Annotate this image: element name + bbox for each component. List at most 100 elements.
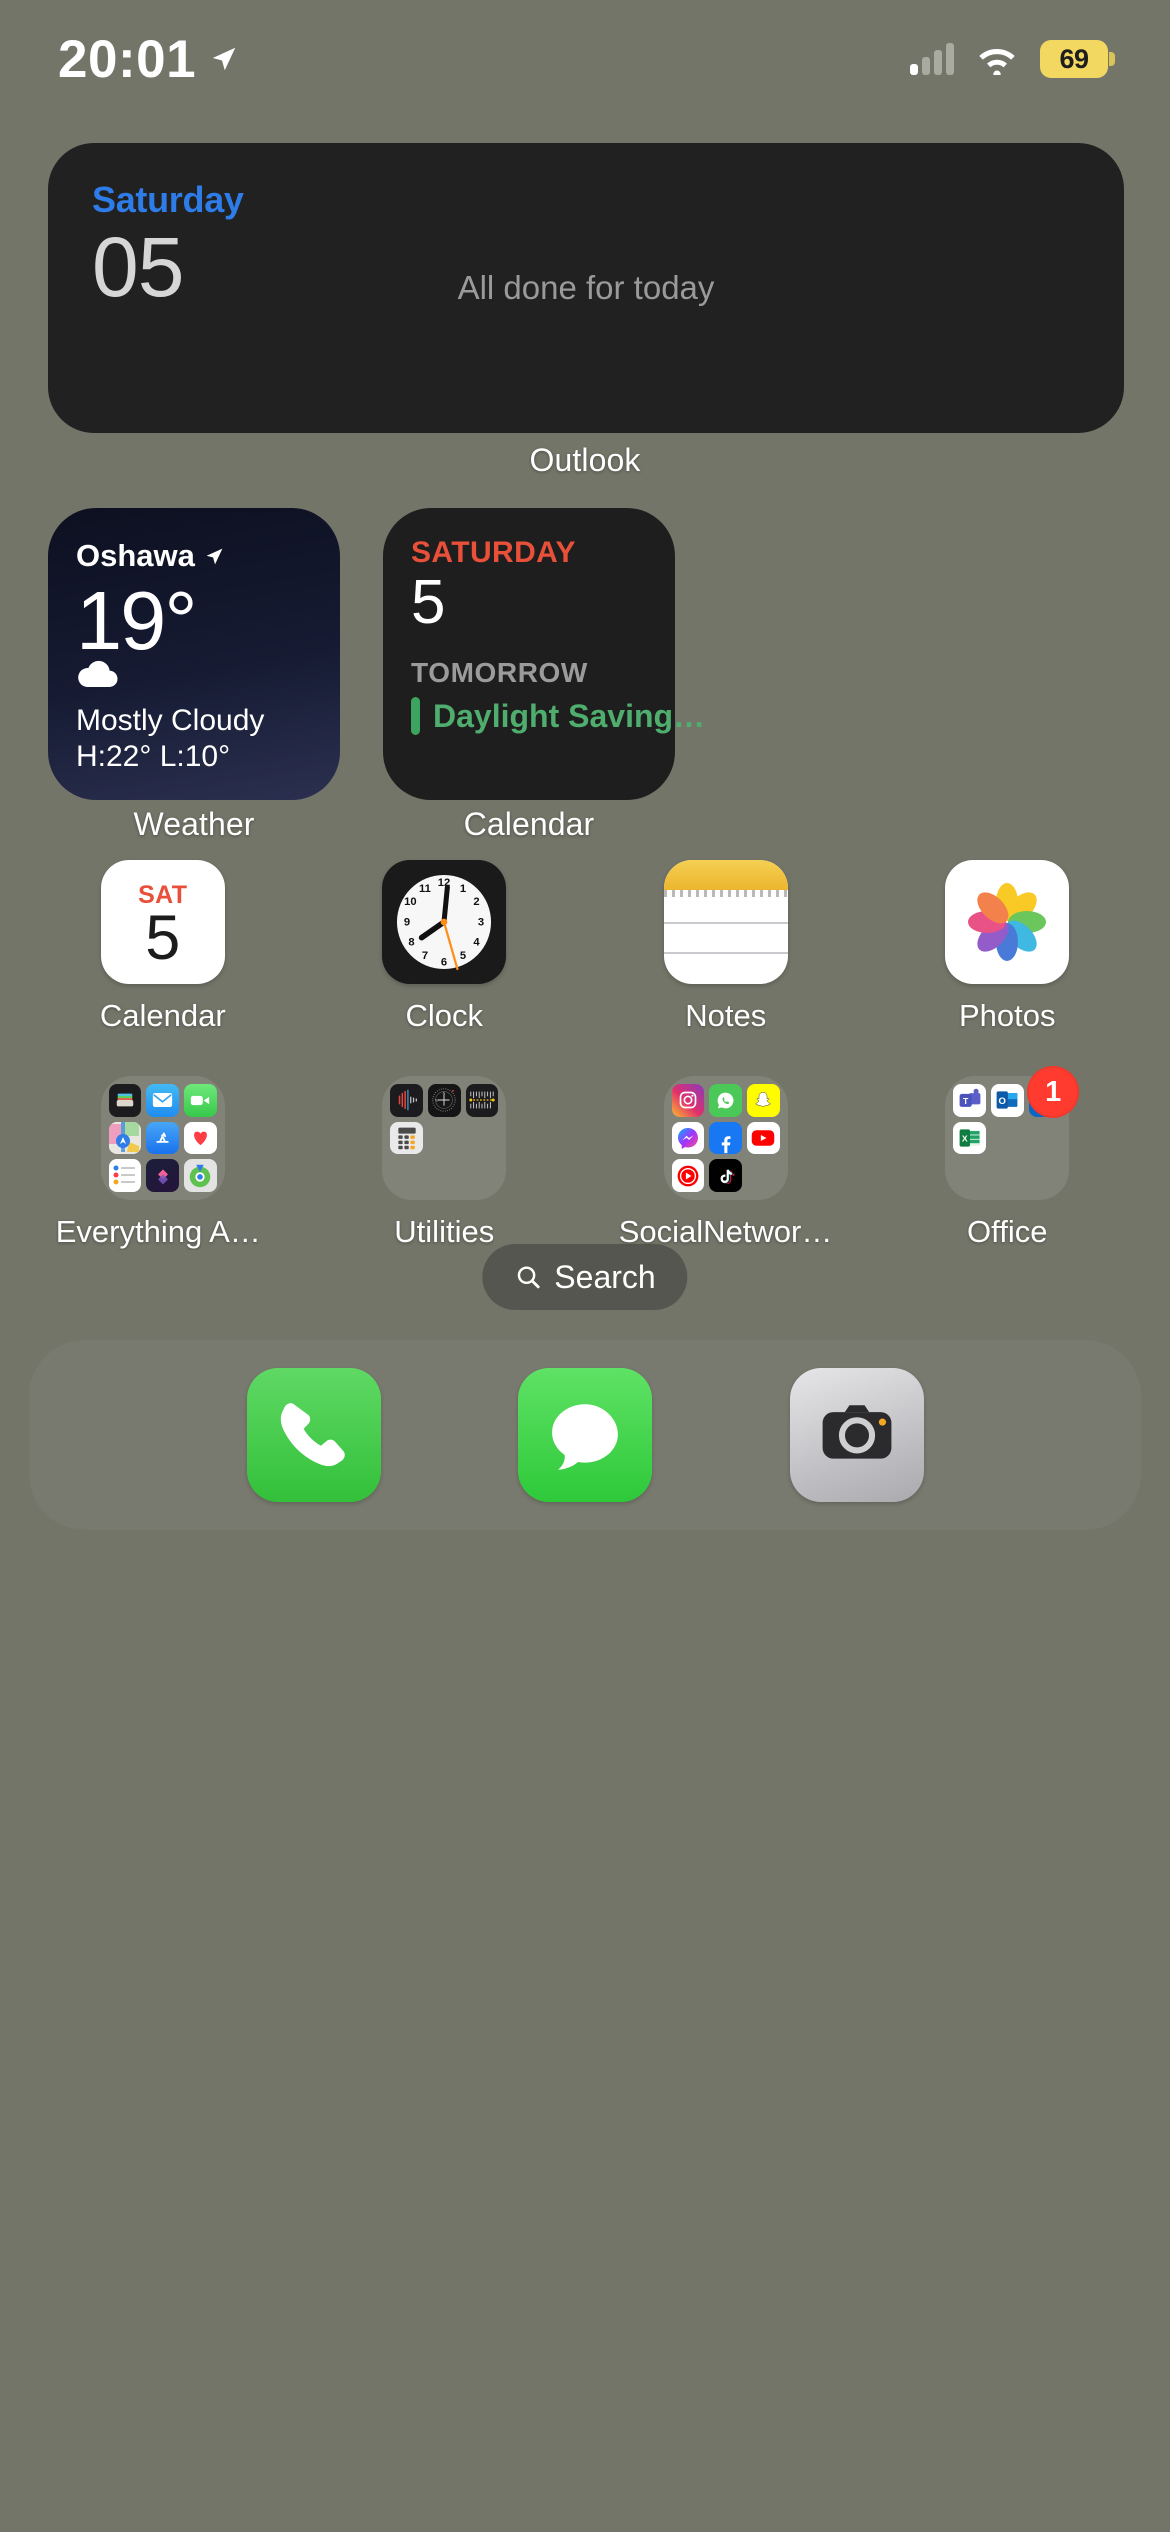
notification-badge: 1: [1027, 1066, 1080, 1118]
app-label: Calendar: [99, 998, 226, 1033]
folder-preview[interactable]: [100, 1076, 225, 1200]
app-row-2: Everything Apple N W Utilities SocialNet…: [0, 1066, 1170, 1250]
status-bar-left: 20:01: [58, 29, 239, 90]
status-bar: 20:01 69: [0, 0, 1170, 118]
svg-text:2: 2: [474, 896, 480, 908]
folder-utilities[interactable]: N W Utilities: [337, 1076, 551, 1250]
app-label: Clock: [405, 998, 483, 1033]
location-arrow-icon: [206, 548, 223, 564]
shortcuts-icon: [146, 1159, 180, 1192]
calendar-app-icon[interactable]: SAT 5: [100, 860, 225, 984]
calendar-widget-dow: SATURDAY: [411, 536, 576, 569]
clock-app-icon[interactable]: 12 1 2 345 678 9 10 11: [382, 860, 507, 984]
voice-memos-icon: [390, 1084, 423, 1117]
health-icon: [184, 1121, 217, 1155]
whatsapp-icon: [709, 1084, 743, 1117]
reminders-icon: [108, 1159, 142, 1192]
calendar-widget-event: Daylight Saving…: [433, 697, 706, 734]
measure-icon: [465, 1084, 499, 1117]
battery-level: 69: [1059, 43, 1089, 74]
youtube-music-icon: [671, 1159, 705, 1192]
folder-label: Everything Apple: [55, 1214, 270, 1249]
dock: [29, 1340, 1141, 1530]
widget-label-outlook: Outlook: [529, 442, 641, 478]
weather-high-low: H:22° L:10°: [76, 740, 231, 774]
facebook-icon: [709, 1121, 743, 1155]
wallet-icon: [108, 1084, 142, 1117]
calendar-widget-day: 5: [411, 568, 445, 637]
maps-icon: [108, 1121, 142, 1155]
folder-preview[interactable]: N W: [382, 1076, 507, 1200]
folder-label: Office: [967, 1214, 1048, 1249]
calendar-icon-date: 5: [145, 902, 181, 973]
widget-label-weather: Weather: [133, 806, 255, 842]
calendar-widget-event-row[interactable]: Daylight Saving…: [411, 697, 705, 736]
widget-calendar[interactable]: SATURDAY 5 TOMORROW Daylight Saving…: [383, 508, 705, 800]
facetime-icon: [184, 1084, 217, 1117]
folder-office[interactable]: 1 T O X Office: [900, 1066, 1114, 1250]
notes-app-icon[interactable]: [663, 860, 788, 984]
snapchat-icon: [747, 1084, 780, 1117]
phone-icon[interactable]: [246, 1368, 381, 1502]
app-label: Notes: [685, 998, 767, 1033]
app-calendar[interactable]: SAT 5 Calendar: [56, 860, 270, 1034]
folder-label: Utilities: [394, 1214, 495, 1249]
svg-text:7: 7: [422, 950, 428, 962]
outlook-icon: O: [990, 1084, 1024, 1117]
svg-text:4: 4: [474, 937, 481, 949]
svg-text:X: X: [961, 1133, 967, 1143]
outlook-date: 05: [92, 220, 184, 314]
weather-city: Oshawa: [76, 538, 195, 573]
weather-city-row: Oshawa: [76, 538, 312, 574]
weather-details: Mostly Cloudy H:22° L:10°: [76, 659, 264, 776]
svg-text:9: 9: [404, 916, 410, 928]
home-screen: 20:01 69 Saturday 05 All done for today …: [0, 0, 1170, 2532]
weather-temperature: 19°: [76, 574, 198, 667]
svg-text:W: W: [435, 1099, 439, 1103]
find-my-icon: [184, 1159, 217, 1192]
messages-icon[interactable]: [518, 1368, 652, 1502]
app-store-icon: [146, 1121, 180, 1155]
widget-label-calendar: Calendar: [463, 806, 595, 842]
status-time: 20:01: [58, 29, 197, 89]
svg-text:10: 10: [404, 896, 416, 908]
photos-app-icon[interactable]: [945, 860, 1070, 984]
event-color-bar: [411, 697, 420, 736]
svg-text:1: 1: [460, 883, 466, 895]
youtube-icon: [747, 1121, 780, 1155]
folder-preview[interactable]: 1 T O X: [945, 1066, 1080, 1200]
outlook-day: Saturday: [92, 179, 244, 220]
folder-preview[interactable]: [663, 1076, 788, 1200]
folder-everything-apple[interactable]: Everything Apple: [56, 1076, 270, 1250]
camera-icon[interactable]: [789, 1368, 924, 1502]
widget-weather[interactable]: Oshawa 19° Mostly Cloudy H:22° L:10°: [48, 508, 340, 800]
app-clock[interactable]: 12 1 2 345 678 9 10 11 Clock: [337, 860, 551, 1034]
svg-text:8: 8: [409, 937, 415, 949]
app-label: Photos: [958, 998, 1056, 1033]
widget-outlook[interactable]: Saturday 05 All done for today: [48, 143, 1124, 433]
cloud-icon: [78, 660, 118, 687]
app-notes[interactable]: Notes: [619, 860, 833, 1034]
location-arrow-icon: [212, 47, 236, 71]
svg-text:5: 5: [460, 950, 466, 962]
svg-text:N: N: [443, 1092, 446, 1096]
folder-social-networking[interactable]: SocialNetworki...: [619, 1076, 833, 1250]
app-row-1: SAT 5 Calendar 12 1 2 345 678 9 10 11 Cl…: [0, 860, 1170, 1034]
instagram-icon: [671, 1084, 705, 1117]
wifi-icon: [979, 49, 1015, 75]
notes-perforation: [663, 890, 788, 897]
svg-text:O: O: [999, 1096, 1006, 1107]
messenger-icon: [671, 1121, 705, 1155]
teams-icon: T: [953, 1084, 986, 1117]
excel-icon: X: [953, 1121, 986, 1155]
compass-icon: N W: [427, 1084, 461, 1117]
cellular-signal-icon: [910, 43, 954, 75]
search-button[interactable]: Search: [482, 1244, 688, 1310]
mail-icon: [146, 1084, 180, 1117]
svg-text:3: 3: [478, 916, 484, 928]
svg-text:T: T: [963, 1096, 969, 1106]
status-bar-right: 69: [910, 40, 1115, 78]
svg-text:11: 11: [419, 883, 431, 895]
weather-condition: Mostly Cloudy: [76, 703, 265, 737]
app-photos[interactable]: Photos: [900, 860, 1114, 1034]
